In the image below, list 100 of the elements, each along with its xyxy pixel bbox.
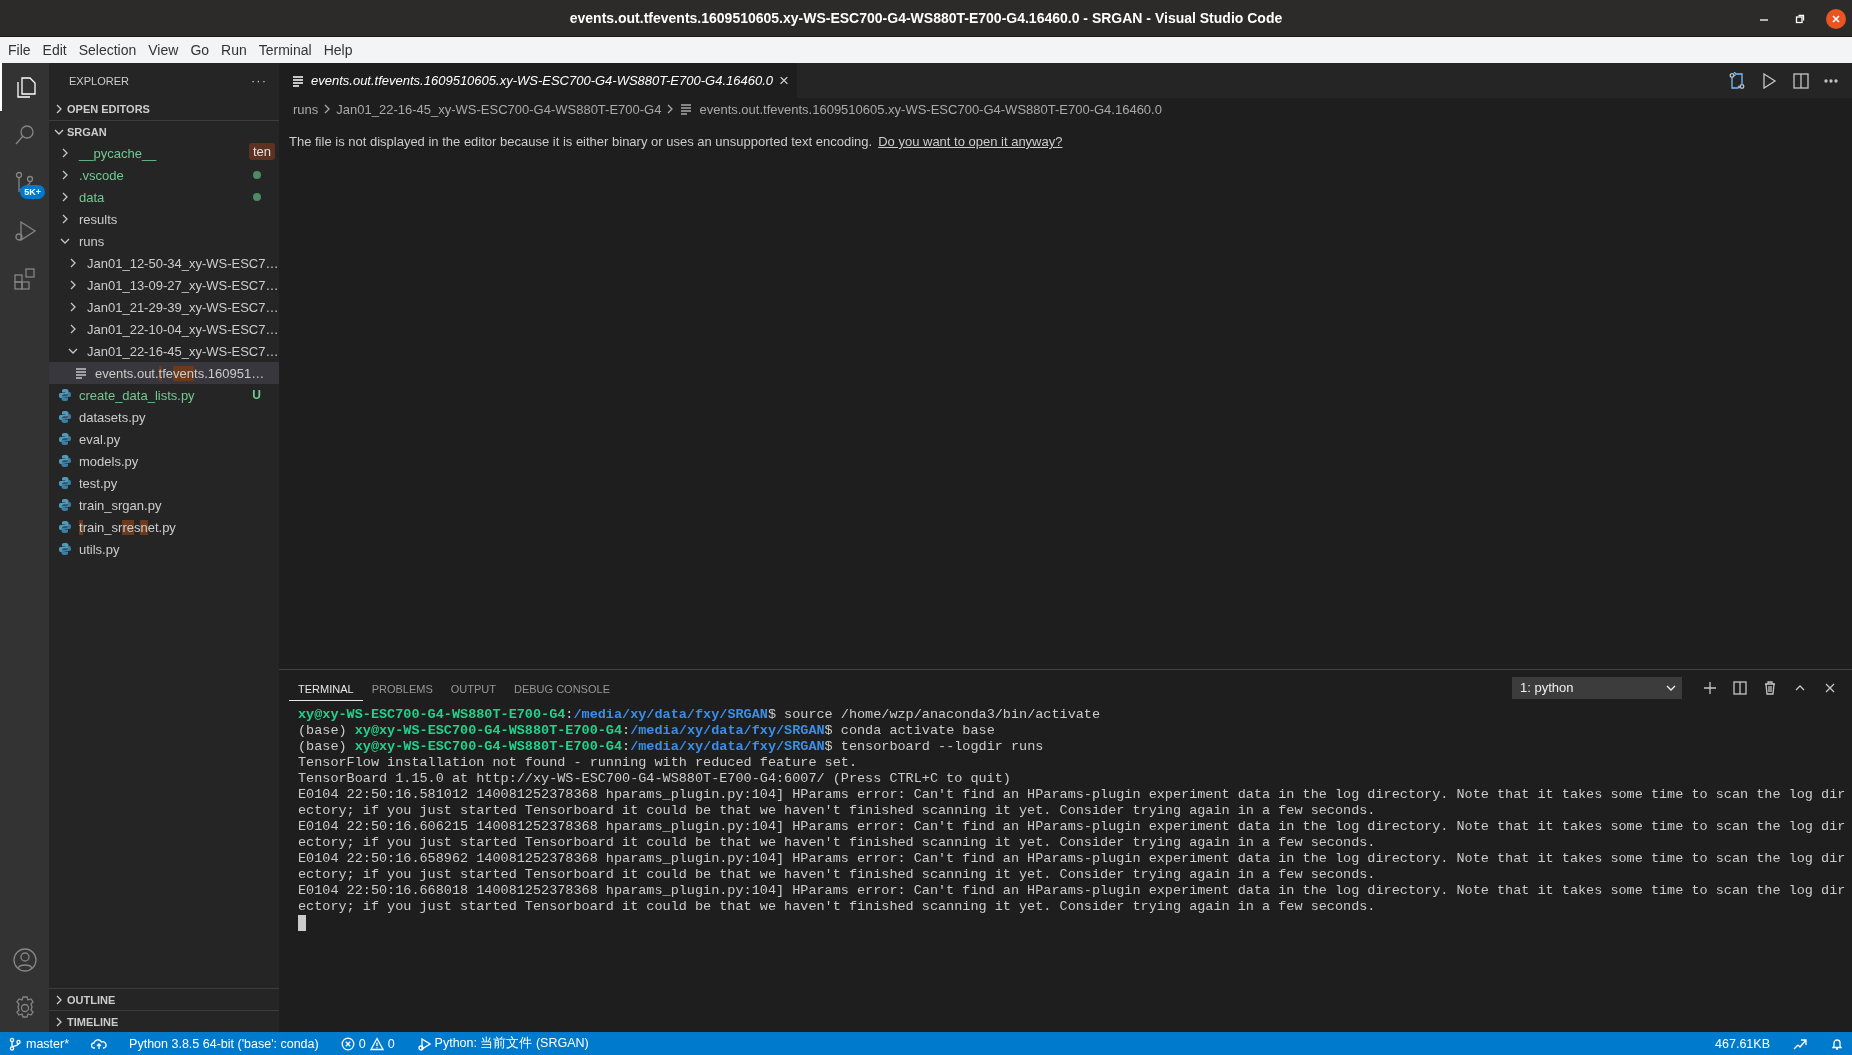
cloud-upload-icon bbox=[91, 1036, 108, 1051]
section-header[interactable]: OPEN EDITORS bbox=[49, 98, 279, 120]
tree-item[interactable]: .vscode bbox=[49, 164, 279, 186]
sidebar-title: EXPLORER bbox=[69, 74, 129, 87]
terminal-line: ectory; if you just started Tensorboard it could be that we haven't finished scanning it yet. Consider trying again in a few seconds. bbox=[298, 835, 1377, 851]
tree-item[interactable]: Jan01_12-50-34_xy-WS-ESC7… bbox=[49, 252, 279, 274]
python-file-icon bbox=[58, 542, 72, 556]
more-actions-button[interactable]: ··· bbox=[251, 73, 267, 88]
error-icon bbox=[340, 1036, 355, 1051]
python-file-icon bbox=[58, 520, 72, 534]
breadcrumb[interactable]: runs bbox=[293, 101, 319, 117]
menu-item[interactable]: View bbox=[142, 42, 185, 58]
menu-item[interactable]: Help bbox=[317, 42, 359, 58]
open-anyway-link[interactable]: Do you want to open it anyway? bbox=[878, 134, 1063, 149]
info-message: The file is not displayed in the editor because it is either binary or uses an unsupported text encoding. bbox=[289, 134, 873, 149]
breadcrumb[interactable]: Jan01_22-16-45_xy-WS-ESC700-G4-WS880T-E700-G4 bbox=[336, 101, 662, 117]
menu-item[interactable]: Go bbox=[184, 42, 216, 58]
tree-item[interactable]: models.py bbox=[49, 450, 279, 472]
terminal-line: xy@xy-WS-ESC700-G4-WS880T-E700-G4:/media/xy/data/fxy/SRGAN$ source /home/wzp/anaconda3/bin/activate bbox=[298, 707, 1102, 723]
lines-icon bbox=[679, 102, 694, 116]
tree-item[interactable]: events.out.tfevents.160951… bbox=[49, 362, 279, 384]
terminal-line: E0104 22:50:16.581012 140081252378368 hparams_plugin.py:104] HParams error: Can't find an HParams-plugin experiment data in the log directory. Note that it takes some time to scan the log dir bbox=[298, 787, 1847, 803]
terminal-line: ectory; if you just started Tensorboard it could be that we haven't finished scanning it yet. Consider trying again in a few seconds. bbox=[298, 899, 1377, 915]
lines-icon bbox=[74, 366, 88, 380]
terminal-line: ectory; if you just started Tensorboard it could be that we haven't finished scanning it yet. Consider trying again in a few seconds. bbox=[298, 867, 1377, 883]
python-file-icon bbox=[58, 410, 72, 424]
tree-item[interactable]: Jan01_22-10-04_xy-WS-ESC7… bbox=[49, 318, 279, 340]
branch-status[interactable]: master* bbox=[8, 1036, 70, 1051]
menu-item[interactable]: Run bbox=[215, 42, 253, 58]
status-item[interactable]: 467.61KB bbox=[1715, 1036, 1770, 1051]
tree-item[interactable]: utils.py bbox=[49, 538, 279, 560]
terminal-select[interactable]: 1: python bbox=[1512, 676, 1682, 699]
bell-icon bbox=[1830, 1036, 1844, 1051]
menu-item[interactable]: Terminal bbox=[252, 42, 318, 58]
restore-icon bbox=[1795, 13, 1805, 24]
terminal-line: ectory; if you just started Tensorboard it could be that we haven't finished scanning it yet. Consider trying again in a few seconds. bbox=[298, 803, 1377, 819]
feedback-status[interactable] bbox=[1792, 1036, 1808, 1051]
panel-tab[interactable]: TERMINAL bbox=[289, 674, 363, 701]
menu-item[interactable]: Edit bbox=[36, 42, 73, 58]
notifications-status[interactable] bbox=[1830, 1036, 1844, 1051]
tree-item[interactable]: eval.py bbox=[49, 428, 279, 450]
menu-item[interactable]: File bbox=[2, 42, 37, 58]
branch-icon bbox=[8, 1036, 22, 1051]
terminal-line: E0104 22:50:16.658962 140081252378368 hparams_plugin.py:104] HParams error: Can't find an HParams-plugin experiment data in the log directory. Note that it takes some time to scan the log dir bbox=[298, 851, 1847, 867]
python-file-icon bbox=[58, 476, 72, 490]
status-item[interactable]: Python 3.8.5 64-bit ('base': conda) bbox=[129, 1036, 319, 1051]
panel-tab[interactable]: PROBLEMS bbox=[362, 674, 442, 701]
terminal-line: E0104 22:50:16.668018 140081252378368 hparams_plugin.py:104] HParams error: Can't find an HParams-plugin experiment data in the log directory. Note that it takes some time to scan the log dir bbox=[298, 883, 1847, 899]
terminal-line: TensorFlow installation not found - running with reduced feature set. bbox=[298, 755, 858, 771]
blocks-icon bbox=[11, 266, 38, 292]
feedback-icon bbox=[1792, 1036, 1808, 1051]
account-icon bbox=[11, 947, 38, 973]
problems-status[interactable]: 0 0 bbox=[340, 1036, 395, 1051]
terminal-line: E0104 22:50:16.606215 140081252378368 hparams_plugin.py:104] HParams error: Can't find an HParams-plugin experiment data in the log directory. Note that it takes some time to scan the log dir bbox=[298, 819, 1847, 835]
lines-icon bbox=[291, 73, 305, 88]
terminal-line: TensorBoard 1.15.0 at http://xy-WS-ESC700-G4-WS880T-E700-G4:6007/ (Press CTRL+C to quit) bbox=[298, 771, 1012, 787]
tree-item[interactable]: Jan01_22-16-45_xy-WS-ESC7… bbox=[49, 340, 279, 362]
python-file-icon bbox=[58, 454, 72, 468]
close-tab-button[interactable]: × bbox=[779, 70, 789, 91]
panel-tab[interactable]: DEBUG CONSOLE bbox=[505, 674, 619, 701]
tree-item[interactable]: train_srgan.py bbox=[49, 494, 279, 516]
tree-item[interactable]: Jan01_21-29-39_xy-WS-ESC7… bbox=[49, 296, 279, 318]
python-file-icon bbox=[58, 388, 72, 402]
compare-changes-icon bbox=[1728, 71, 1746, 90]
tree-item[interactable]: datasets.py bbox=[49, 406, 279, 428]
tree-item[interactable]: data bbox=[49, 186, 279, 208]
section-header[interactable]: OUTLINE bbox=[49, 988, 279, 1010]
debug-status[interactable]: Python: 当前文件 (SRGAN) bbox=[416, 1035, 589, 1052]
count-badge: 5K+ bbox=[20, 185, 45, 199]
section-header[interactable]: SRGAN bbox=[49, 120, 279, 142]
close-button[interactable] bbox=[1826, 8, 1846, 29]
activity-bar-item[interactable]: 5K+ bbox=[0, 159, 49, 207]
tooltip: ten bbox=[248, 143, 275, 160]
tree-item[interactable]: create_data_lists.py U bbox=[49, 384, 279, 406]
breadcrumb[interactable]: events.out.tfevents.1609510605.xy-WS-ESC700-G4-WS880T-E700-G4.16460.0 bbox=[679, 101, 1162, 117]
more-icon bbox=[1824, 78, 1838, 83]
python-file-icon bbox=[58, 498, 72, 512]
editor-tab[interactable]: events.out.tfevents.1609510605.xy-WS-ESC700-G4-WS880T-E700-G4.16460.0 × bbox=[279, 63, 797, 98]
split-editor-icon bbox=[1792, 71, 1810, 90]
menu-item[interactable]: Selection bbox=[72, 42, 143, 58]
window-title: events.out.tfevents.1609510605.xy-WS-ESC700-G4-WS880T-E700-G4.16460.0 - SRGAN - Visual Studio Code bbox=[569, 10, 1283, 26]
warning-icon bbox=[369, 1036, 384, 1051]
terminal-cursor bbox=[298, 915, 306, 931]
plus-icon bbox=[1702, 679, 1718, 696]
terminal-line: (base) xy@xy-WS-ESC700-G4-WS880T-E700-G4:/media/xy/data/fxy/SRGAN$ conda activate base bbox=[298, 723, 996, 739]
tree-item[interactable]: test.py bbox=[49, 472, 279, 494]
close-icon bbox=[1831, 13, 1841, 24]
split-terminal-icon bbox=[1732, 679, 1748, 696]
terminal-line: (base) xy@xy-WS-ESC700-G4-WS880T-E700-G4:/media/xy/data/fxy/SRGAN$ tensorboard --logdir runs bbox=[298, 739, 1045, 755]
tree-item[interactable]: __pycache__ ten bbox=[49, 142, 279, 164]
play-bug-icon bbox=[416, 1036, 431, 1051]
tree-item[interactable]: results bbox=[49, 208, 279, 230]
python-file-icon bbox=[58, 432, 72, 446]
tree-item[interactable]: Jan01_13-09-27_xy-WS-ESC7… bbox=[49, 274, 279, 296]
sync-status[interactable] bbox=[91, 1036, 108, 1051]
panel-tab[interactable]: OUTPUT bbox=[441, 674, 505, 701]
tree-item[interactable]: train_srresnet.py bbox=[49, 516, 279, 538]
run-icon bbox=[1760, 71, 1778, 90]
trash-icon bbox=[1762, 679, 1778, 696]
tree-item[interactable]: runs bbox=[49, 230, 279, 252]
